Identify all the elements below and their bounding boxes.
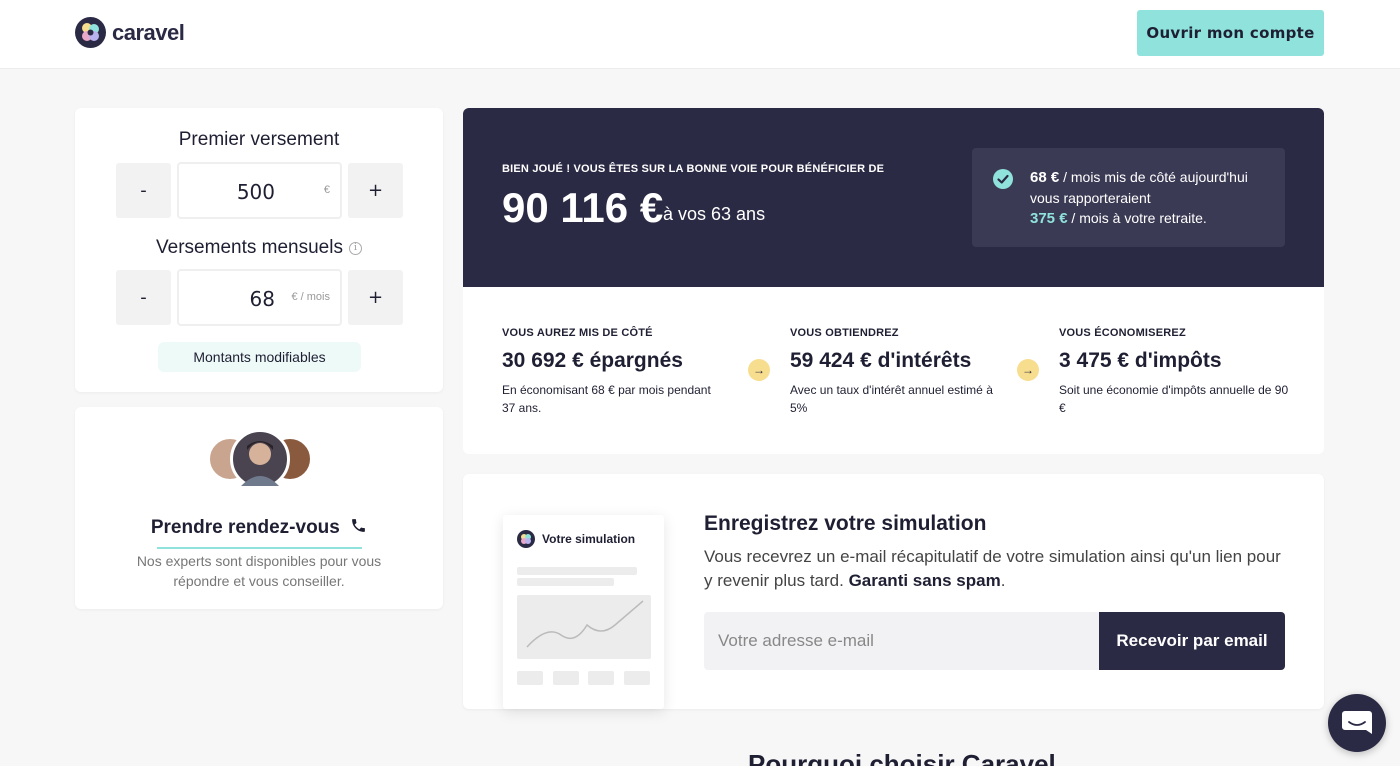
stat-tax: VOUS ÉCONOMISEREZ 3 475 € d'impôts Soit … bbox=[1059, 327, 1291, 417]
top-header: caravel Ouvrir mon compte bbox=[0, 0, 1400, 69]
stat-kicker: VOUS AUREZ MIS DE CÔTÉ bbox=[502, 327, 653, 339]
monthly-deposit-unit: € / mois bbox=[291, 291, 330, 303]
tip-line2: / mois à votre retraite. bbox=[1067, 210, 1207, 226]
no-spam-text: Garanti sans spam bbox=[848, 571, 1001, 590]
arrow-right-icon: → bbox=[1017, 359, 1039, 381]
save-desc-end: . bbox=[1000, 571, 1006, 590]
stat-value: 3 475 € d'impôts bbox=[1059, 349, 1222, 372]
phone-icon bbox=[352, 519, 366, 532]
initial-decrement-button[interactable]: - bbox=[116, 163, 171, 218]
result-amount: 90 116 € bbox=[502, 184, 664, 231]
initial-increment-button[interactable]: + bbox=[348, 163, 403, 218]
info-icon[interactable]: i bbox=[348, 242, 362, 255]
avatar bbox=[230, 429, 290, 489]
appointment-underline bbox=[157, 547, 362, 549]
editable-amounts-hint: Montants modifiables bbox=[158, 342, 361, 372]
initial-deposit-unit: € bbox=[323, 184, 330, 196]
save-title: Enregistrez votre simulation bbox=[704, 512, 987, 535]
preview-line bbox=[517, 567, 637, 575]
preview-block bbox=[553, 671, 579, 685]
stat-kicker: VOUS OBTIENDREZ bbox=[790, 327, 899, 339]
email-field[interactable] bbox=[704, 612, 1099, 670]
caravel-logo-icon bbox=[517, 530, 535, 548]
initial-deposit-value: 500 bbox=[236, 180, 275, 204]
stat-desc: Soit une économie d'impôts annuelle de 9… bbox=[1059, 383, 1289, 415]
stat-value: 59 424 € d'intérêts bbox=[790, 349, 972, 372]
tip-line1: / mois mis de côté aujourd'hui vous rapp… bbox=[1030, 169, 1248, 206]
tip-retirement-amount: 375 € bbox=[1030, 210, 1068, 227]
receive-by-email-button[interactable]: Recevoir par email bbox=[1099, 612, 1285, 670]
brand-logo[interactable]: caravel bbox=[75, 17, 185, 48]
preview-block bbox=[517, 671, 543, 685]
why-caravel-heading: Pourquoi choisir Caravel bbox=[748, 749, 1056, 766]
save-description: Vous recevrez un e-mail récapitulatif de… bbox=[704, 545, 1294, 593]
save-simulation-card: Votre simulation Enregistrez votre simul… bbox=[463, 474, 1324, 709]
open-account-button[interactable]: Ouvrir mon compte bbox=[1137, 10, 1324, 56]
stat-value: 30 692 € épargnés bbox=[502, 349, 683, 372]
result-stats: VOUS AUREZ MIS DE CÔTÉ 30 692 € épargnés… bbox=[463, 287, 1324, 454]
preview-block bbox=[624, 671, 650, 685]
stat-interest: VOUS OBTIENDREZ 59 424 € d'intérêts Avec… bbox=[790, 327, 1000, 417]
appointment-description: Nos experts sont disponibles pour vous r… bbox=[136, 553, 382, 589]
appointment-title-row[interactable]: Prendre rendez-vous bbox=[75, 517, 443, 539]
retirement-tip-text: 68 € / mois mis de côté aujourd'hui vous… bbox=[1030, 167, 1275, 229]
monthly-deposit-value: 68 bbox=[249, 287, 275, 311]
initial-deposit-input[interactable]: 500 € bbox=[177, 162, 342, 219]
caravel-logo-icon bbox=[75, 17, 106, 48]
calculator-card: Premier versement - 500 € + Versements m… bbox=[75, 108, 443, 392]
result-age: à vos 63 ans bbox=[663, 204, 766, 224]
monthly-increment-button[interactable]: + bbox=[348, 270, 403, 325]
chat-button[interactable] bbox=[1328, 694, 1386, 752]
simulation-preview: Votre simulation bbox=[503, 515, 664, 709]
monthly-decrement-button[interactable]: - bbox=[116, 270, 171, 325]
stat-desc: En économisant 68 € par mois pendant 37 … bbox=[502, 383, 711, 415]
appointment-title: Prendre rendez-vous bbox=[150, 517, 340, 538]
monthly-deposit-label-row: Versements mensuels i bbox=[75, 237, 443, 259]
monthly-deposit-input[interactable]: 68 € / mois bbox=[177, 269, 342, 326]
preview-line bbox=[517, 578, 614, 586]
initial-deposit-label: Premier versement bbox=[178, 129, 340, 150]
appointment-card[interactable]: Prendre rendez-vous Nos experts sont dis… bbox=[75, 407, 443, 609]
brand-name: caravel bbox=[112, 19, 185, 45]
result-banner: BIEN JOUÉ ! VOUS ÊTES SUR LA BONNE VOIE … bbox=[463, 108, 1324, 287]
preview-block bbox=[588, 671, 614, 685]
chat-icon bbox=[1342, 711, 1372, 734]
check-icon bbox=[993, 169, 1013, 189]
result-kicker: BIEN JOUÉ ! VOUS ÊTES SUR LA BONNE VOIE … bbox=[502, 163, 885, 175]
retirement-tip-box: 68 € / mois mis de côté aujourd'hui vous… bbox=[972, 148, 1285, 247]
expert-avatars bbox=[208, 429, 312, 489]
tip-monthly-amount: 68 € bbox=[1030, 169, 1060, 186]
monthly-deposit-label: Versements mensuels bbox=[156, 237, 343, 258]
stat-saved: VOUS AUREZ MIS DE CÔTÉ 30 692 € épargnés… bbox=[502, 327, 727, 417]
stat-kicker: VOUS ÉCONOMISEREZ bbox=[1059, 327, 1186, 339]
stat-desc: Avec un taux d'intérêt annuel estimé à 5… bbox=[790, 383, 993, 415]
preview-graph bbox=[517, 595, 651, 659]
arrow-right-icon: → bbox=[748, 359, 770, 381]
preview-title: Votre simulation bbox=[542, 532, 636, 546]
